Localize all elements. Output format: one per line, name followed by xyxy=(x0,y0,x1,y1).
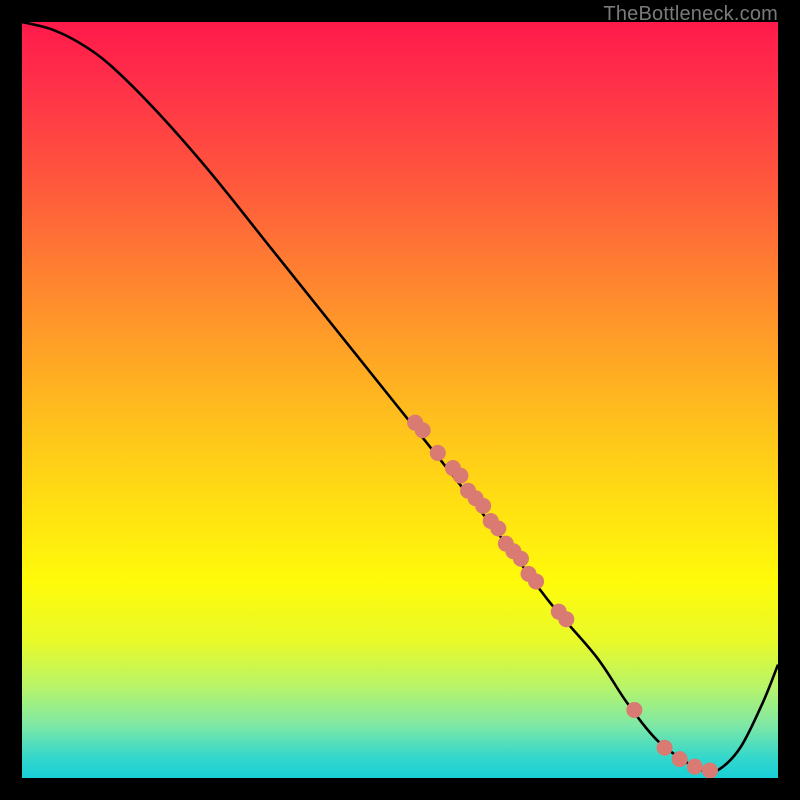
scatter-dot xyxy=(702,762,718,778)
chart-stage: TheBottleneck.com xyxy=(0,0,800,800)
bottleneck-curve-path xyxy=(22,22,778,772)
scatter-dot xyxy=(513,551,529,567)
scatter-dot xyxy=(430,445,446,461)
bottleneck-curve xyxy=(22,22,778,772)
scatter-dot xyxy=(475,498,491,514)
scatter-dot xyxy=(452,468,468,484)
scatter-dot xyxy=(528,573,544,589)
scatter-dot xyxy=(490,521,506,537)
chart-svg-overlay xyxy=(22,22,778,778)
scatter-dot xyxy=(672,751,688,767)
scatter-dot xyxy=(657,740,673,756)
scatter-dot xyxy=(626,702,642,718)
scatter-dot xyxy=(558,611,574,627)
scatter-dot xyxy=(415,422,431,438)
scatter-dot xyxy=(687,759,703,775)
scatter-dots xyxy=(407,415,718,778)
chart-plot-area xyxy=(22,22,778,778)
